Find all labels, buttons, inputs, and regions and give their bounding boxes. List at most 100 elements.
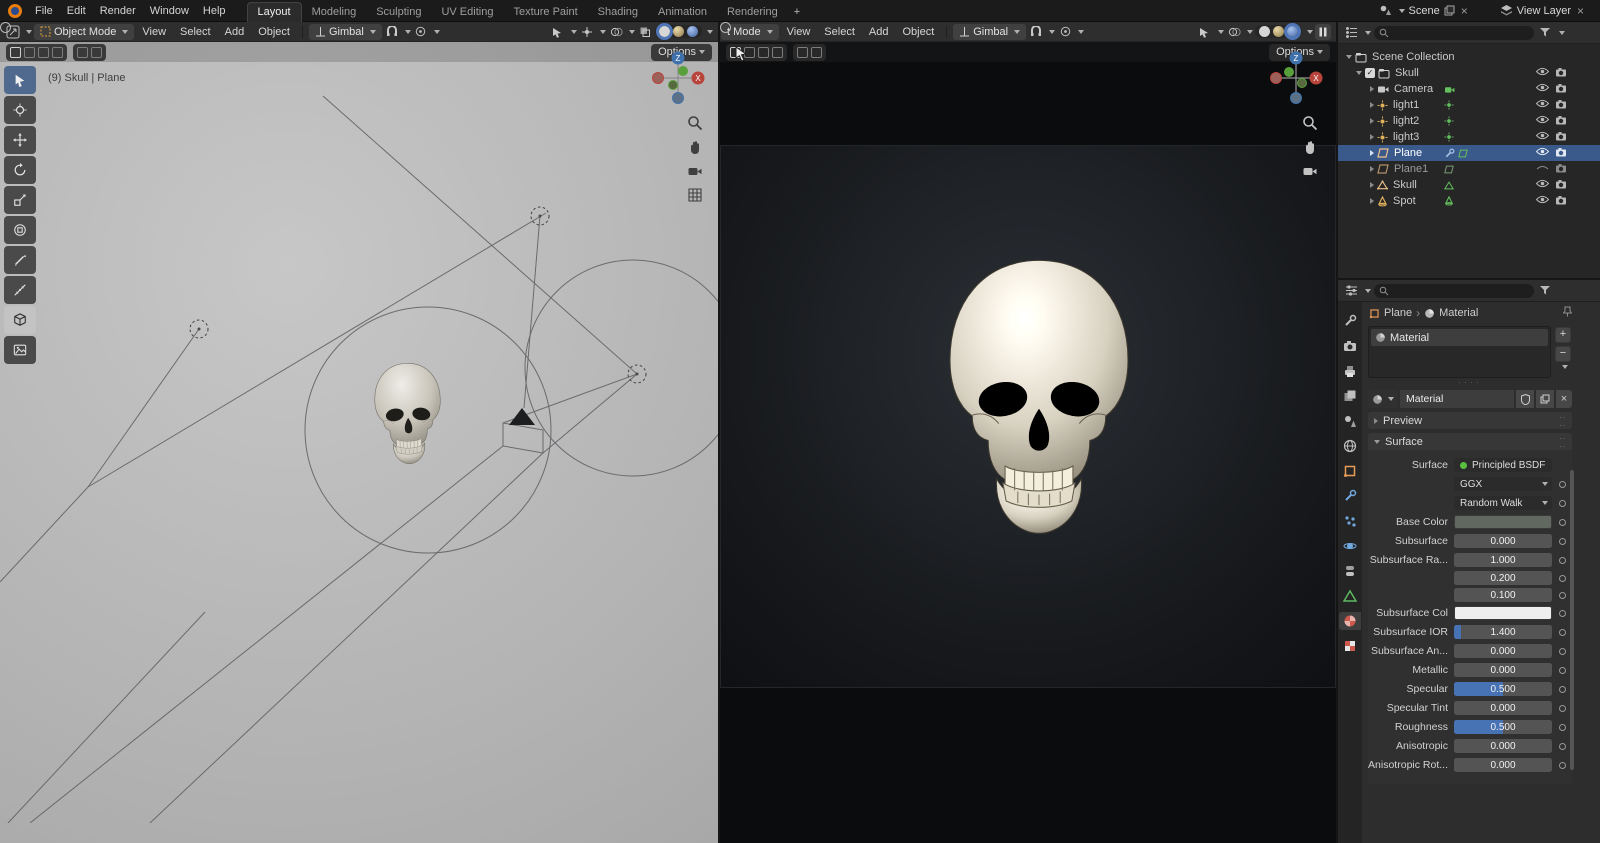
overlays-toggle-icon[interactable] (608, 24, 624, 40)
extra-tool[interactable] (4, 336, 36, 364)
hide-eye-toggle[interactable] (1536, 83, 1549, 95)
sss-method-dropdown[interactable]: Random Walk (1454, 496, 1552, 510)
render-visibility-toggle[interactable] (1555, 131, 1567, 144)
browse-material-button[interactable] (1368, 390, 1398, 408)
add-menu[interactable]: Add (219, 25, 251, 39)
subsurface-field[interactable]: 0.000 (1454, 534, 1552, 548)
shader-selector[interactable]: Principled BSDF (1454, 458, 1552, 472)
tab-particles[interactable] (1339, 512, 1361, 530)
workspace-tab-layout[interactable]: Layout (247, 2, 302, 22)
menu-render[interactable]: Render (93, 3, 143, 19)
outliner-search-input[interactable] (1374, 26, 1534, 40)
distribution-dropdown[interactable]: GGX (1454, 477, 1552, 491)
expand-arrow-icon[interactable] (1370, 150, 1374, 156)
workspace-tab-sculpting[interactable]: Sculpting (366, 3, 431, 22)
pin-icon[interactable] (1563, 306, 1572, 320)
expand-arrow-icon[interactable] (1356, 71, 1362, 75)
render-visibility-toggle[interactable] (1555, 67, 1567, 80)
select-tool-pill[interactable] (793, 44, 826, 61)
tab-view-layer[interactable] (1339, 387, 1361, 405)
outliner-scene-collection[interactable]: Scene Collection (1338, 49, 1600, 65)
properties-search-input[interactable] (1374, 284, 1534, 298)
shading-solid-icon[interactable] (1259, 26, 1270, 37)
hide-eye-toggle[interactable] (1536, 131, 1549, 143)
remove-slot-button[interactable]: − (1555, 346, 1571, 362)
animate-dot[interactable] (1559, 481, 1566, 488)
breadcrumb-object[interactable]: Plane (1384, 307, 1412, 319)
animate-dot[interactable] (1559, 686, 1566, 693)
navigation-gizmo[interactable]: Z X (1268, 50, 1324, 109)
xray-toggle-icon[interactable] (637, 24, 653, 40)
object-menu[interactable]: Object (896, 25, 940, 39)
view-layer-selector[interactable]: View Layer × (1500, 4, 1586, 18)
workspace-tab-texture-paint[interactable]: Texture Paint (503, 3, 587, 22)
move-tool[interactable] (4, 126, 36, 154)
workspace-tab-animation[interactable]: Animation (648, 3, 717, 22)
outliner-item-light2[interactable]: light2 (1338, 113, 1600, 129)
animate-dot[interactable] (1559, 557, 1566, 564)
hide-eye-toggle[interactable] (1536, 163, 1549, 175)
hide-eye-toggle[interactable] (1536, 99, 1549, 111)
hide-eye-toggle[interactable] (1536, 195, 1549, 207)
animate-dot[interactable] (1559, 648, 1566, 655)
axis-y-negative[interactable] (1298, 79, 1307, 88)
tab-scene[interactable] (1339, 412, 1361, 430)
viewport-canvas-right[interactable] (720, 42, 1336, 843)
expand-arrow-icon[interactable] (1370, 118, 1374, 124)
select-menu[interactable]: Select (174, 25, 217, 39)
transform-orientation-dropdown[interactable]: Gimbal (309, 24, 382, 40)
surface-panel-header[interactable]: Surface ∙∙∙∙ (1368, 433, 1572, 450)
visibility-dropdown-icon[interactable] (1197, 24, 1213, 40)
mode-selector[interactable]: Object Mode (34, 24, 134, 40)
view-menu[interactable]: View (781, 25, 817, 39)
tab-material[interactable] (1339, 612, 1361, 630)
animate-dot[interactable] (1559, 743, 1566, 750)
pan-hand-icon[interactable] (1301, 138, 1319, 156)
expand-arrow-icon[interactable] (1370, 134, 1374, 140)
scene-selector[interactable]: Scene × (1379, 4, 1470, 18)
collection-checkbox[interactable]: ✓ (1365, 68, 1375, 78)
scrollbar[interactable] (1570, 470, 1574, 770)
pan-hand-icon[interactable] (686, 138, 704, 156)
outliner-collection-skull[interactable]: ✓ Skull (1338, 65, 1600, 81)
annotate-tool[interactable] (4, 246, 36, 274)
outliner-editor-icon[interactable] (1343, 25, 1359, 41)
outliner-item-plane1[interactable]: Plane1 (1338, 161, 1600, 177)
material-slot[interactable]: Material (1371, 329, 1548, 346)
snap-magnet-icon[interactable] (384, 24, 400, 40)
render-visibility-toggle[interactable] (1555, 179, 1567, 192)
specular-slider[interactable]: 0.500 (1454, 682, 1552, 696)
outliner-item-skull[interactable]: Skull (1338, 177, 1600, 193)
workspace-tab-modeling[interactable]: Modeling (302, 3, 367, 22)
shading-solid-icon[interactable] (659, 26, 670, 37)
specular-tint-field[interactable]: 0.000 (1454, 701, 1552, 715)
subsurface-radius-x-field[interactable]: 1.000 (1454, 553, 1552, 567)
axis-y-negative[interactable] (669, 81, 678, 90)
filter-funnel-icon[interactable] (1537, 25, 1553, 41)
render-visibility-toggle[interactable] (1555, 147, 1567, 160)
transform-tool[interactable] (4, 216, 36, 244)
axis-y-positive[interactable] (1284, 67, 1294, 77)
animate-dot[interactable] (1559, 575, 1566, 582)
display-filter-icon[interactable] (1537, 283, 1553, 299)
anisotropic-rotation-field[interactable]: 0.000 (1454, 758, 1552, 772)
panel-drag-dots[interactable]: ∙∙∙∙ (1559, 434, 1566, 450)
subsurface-radius-y-field[interactable]: 0.200 (1454, 571, 1552, 585)
unlink-material-icon[interactable]: × (1556, 390, 1572, 408)
animate-dot[interactable] (1559, 705, 1566, 712)
animate-dot[interactable] (1559, 538, 1566, 545)
breadcrumb-material[interactable]: Material (1439, 307, 1478, 319)
metallic-field[interactable]: 0.000 (1454, 663, 1552, 677)
measure-tool[interactable] (4, 276, 36, 304)
shading-wireframe-icon[interactable] (0, 22, 11, 33)
expand-arrow-icon[interactable] (1370, 86, 1374, 92)
subsurface-color-swatch[interactable] (1454, 606, 1552, 620)
camera-view-icon[interactable] (686, 162, 704, 180)
new-material-copy-icon[interactable] (1536, 390, 1554, 408)
render-visibility-toggle[interactable] (1555, 163, 1567, 176)
menu-edit[interactable]: Edit (60, 3, 93, 19)
workspace-tab-rendering[interactable]: Rendering (717, 3, 788, 22)
expand-arrow-icon[interactable] (1370, 102, 1374, 108)
select-tool-pill[interactable] (73, 44, 106, 61)
blender-logo-icon[interactable] (8, 4, 22, 18)
